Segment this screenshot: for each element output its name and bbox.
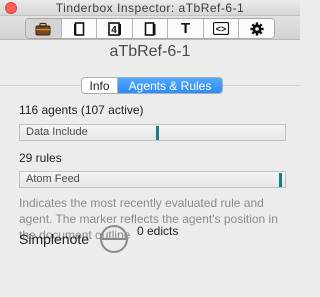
simplenote-dial-icon[interactable] (99, 220, 129, 258)
inspector-segmented-control: Info Agents & Rules (81, 77, 223, 94)
tab-settings[interactable] (239, 19, 274, 38)
agent-position-marker (156, 126, 159, 140)
gear-icon (250, 21, 264, 36)
page-icon (144, 21, 156, 36)
note-title: aTbRef-6-1 (109, 43, 191, 60)
briefcase-icon (35, 22, 51, 35)
page-4-icon: 4 (108, 21, 121, 36)
current-agent-name: Data Include (26, 126, 88, 138)
edicts-count: 0 edicts (137, 224, 179, 238)
tab-text-format[interactable]: T (168, 19, 204, 38)
rule-position-marker (279, 173, 282, 187)
tab-note[interactable] (132, 19, 169, 38)
tab-info[interactable]: Info (82, 78, 118, 93)
simplenote-label: Simplenote (19, 231, 90, 247)
window-titlebar: Tinderbox Inspector: aTbRef-6-1 (0, 0, 300, 16)
code-brackets-icon: <> (213, 22, 230, 35)
tab-actions[interactable]: <> (203, 19, 240, 38)
rules-summary: 29 rules (19, 151, 62, 165)
agents-summary: 116 agents (107 active) (19, 103, 144, 117)
tab-agents-rules[interactable]: Agents & Rules (118, 78, 222, 93)
agent-progress-bar: Data Include (19, 124, 286, 141)
text-page-icon (73, 21, 85, 36)
tab-text[interactable] (61, 19, 98, 38)
text-t-icon: T (181, 20, 191, 37)
inspector-toolbar: 4 T <> (0, 16, 300, 40)
window-title: Tinderbox Inspector: aTbRef-6-1 (55, 1, 245, 15)
code-brackets-glyph: <> (216, 24, 227, 34)
current-rule-name: Atom Feed (26, 173, 80, 185)
tab-properties[interactable] (26, 19, 62, 38)
inspector-tab-group: 4 T <> (25, 18, 275, 39)
rule-progress-bar: Atom Feed (19, 171, 286, 188)
tab-appearance[interactable]: 4 (97, 19, 133, 38)
page-4-glyph: 4 (111, 25, 117, 36)
